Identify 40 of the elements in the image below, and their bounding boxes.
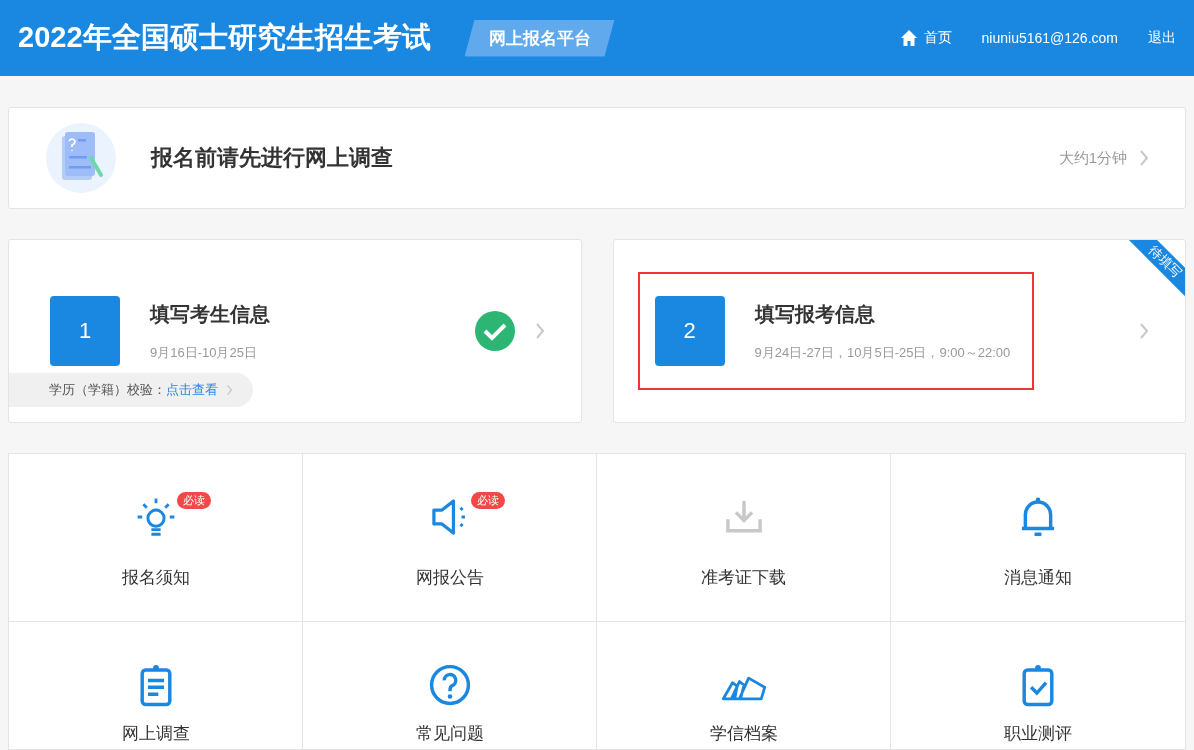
required-badge: 必读 [176,492,211,509]
menu-tile[interactable]: 职业测评 [891,622,1185,750]
nav-link[interactable]: 首页 [899,29,952,47]
chevron-right-icon [226,384,233,396]
step-number: 1 [50,296,120,366]
tile-label: 常见问题 [415,723,484,745]
tile-label: 学信档案 [709,723,778,745]
step-number: 2 [654,296,725,366]
nav-link[interactable]: 退出 [1148,29,1176,47]
nav-link[interactable]: niuniu5161@126.com [981,30,1118,46]
chevron-right-icon [534,322,545,340]
menu-tile[interactable]: 常见问题 [303,622,597,750]
chevron-right-icon [1139,149,1149,167]
tile-label: 网报公告 [415,567,484,589]
menu-tile[interactable]: 必读 网报公告 [303,454,597,622]
site-title: 2022年全国硕士研究生招生考试 [18,20,431,55]
step-title: 填写报考信息 [754,301,876,327]
menu-tile[interactable]: 消息通知 [891,454,1185,622]
menu-tile[interactable]: 必读 报名须知 [9,454,303,622]
required-badge: 必读 [470,492,505,509]
step-dates: 9月24日-27日，10月5日-25日，9:00～22:00 [754,343,1011,362]
step-card[interactable]: 1 填写考生信息 9月16日-10月25日 学历（学籍）校验：点击查看 [8,239,582,423]
tile-label: 消息通知 [1004,567,1072,589]
menu-tile[interactable]: 网上调查 [9,622,303,750]
chevron-right-icon [1139,322,1149,340]
platform-tag: 网上报名平台 [464,19,615,57]
tile-label: 网上调查 [121,723,190,745]
survey-card[interactable]: 报名前请先进行网上调查 大约1分钟 [8,107,1186,209]
home-icon [899,29,918,47]
survey-document-icon [45,122,117,194]
verification-label: 学历（学籍）校验： [49,381,166,399]
step-dates: 9月16日-10月25日 [150,343,258,362]
tile-label: 报名须知 [121,567,190,589]
step-title: 填写考生信息 [150,301,270,327]
survey-title: 报名前请先进行网上调查 [151,144,393,172]
menu-tile[interactable]: 学信档案 [597,622,891,750]
tile-label: 职业测评 [1004,723,1072,745]
duration-hint: 大约1分钟 [1058,148,1127,168]
step-card[interactable]: 2 填写报考信息 9月24日-27日，10月5日-25日，9:00～22:00 待填写 [612,239,1186,423]
tile-label: 准考证下载 [701,567,786,589]
